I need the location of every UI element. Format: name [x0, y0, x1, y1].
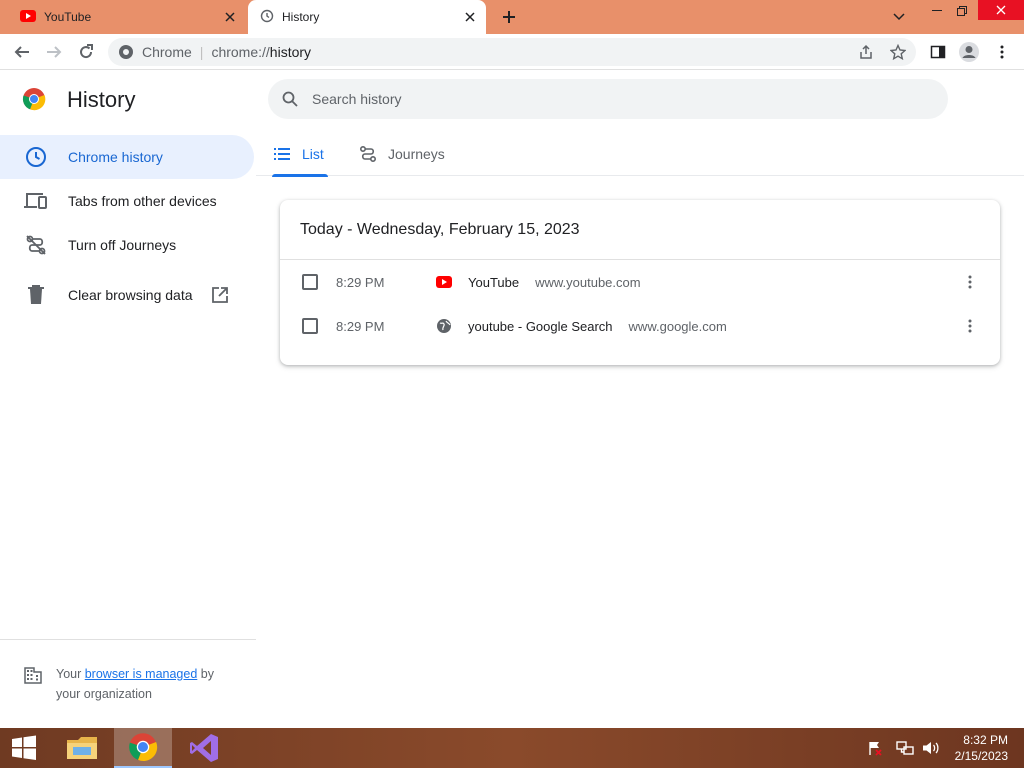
building-icon: [24, 666, 44, 686]
entry-checkbox[interactable]: [302, 274, 318, 290]
open-in-new-icon: [211, 285, 231, 305]
tab-search-chevron-icon[interactable]: [886, 6, 912, 28]
tab-list[interactable]: List: [272, 131, 328, 177]
history-day-card: Today - Wednesday, February 15, 2023 8:2…: [280, 200, 1000, 365]
new-tab-button[interactable]: [498, 6, 520, 28]
windows-start-icon[interactable]: [0, 728, 48, 768]
side-panel-icon[interactable]: [926, 40, 950, 64]
search-bar[interactable]: [268, 79, 948, 119]
history-entry[interactable]: 8:29 PM youtube - Google Search www.goog…: [280, 304, 1000, 348]
share-icon[interactable]: [854, 40, 878, 64]
history-page: History Chrome history Tabs from other d…: [0, 71, 1024, 728]
youtube-icon: [436, 274, 452, 290]
entry-more-icon[interactable]: [960, 272, 980, 292]
search-icon: [280, 89, 300, 109]
sidebar-item-label: Turn off Journeys: [68, 237, 177, 253]
tab-label: YouTube: [44, 10, 92, 24]
entry-title-link[interactable]: YouTube: [468, 275, 519, 290]
journeys-icon: [358, 144, 378, 164]
tab-strip: YouTube History: [0, 0, 1024, 34]
url-scheme: chrome://: [211, 44, 270, 60]
tab-history[interactable]: History: [248, 0, 486, 34]
sidebar: Chrome history Tabs from other devices T…: [0, 135, 256, 317]
history-clock-icon: [260, 9, 274, 26]
globe-icon: [436, 318, 452, 334]
trash-icon: [24, 283, 48, 307]
site-chip: Chrome: [142, 44, 192, 60]
tab-youtube[interactable]: YouTube: [0, 0, 246, 34]
tab-label: History: [282, 10, 320, 24]
entry-checkbox[interactable]: [302, 318, 318, 334]
history-entry[interactable]: 8:29 PM YouTube www.youtube.com: [280, 260, 1000, 304]
tab-journeys[interactable]: Journeys: [358, 131, 445, 176]
sidebar-item-label: Tabs from other devices: [68, 193, 217, 209]
entry-time: 8:29 PM: [336, 274, 385, 290]
list-icon: [272, 144, 292, 164]
back-arrow-icon[interactable]: [10, 40, 34, 64]
page-title: History: [67, 87, 136, 112]
address-bar[interactable]: Chrome | chrome://history: [108, 38, 916, 66]
taskbar: 8:32 PM 2/15/2023: [0, 728, 1024, 768]
sidebar-item-turn-off-journeys[interactable]: Turn off Journeys: [0, 223, 256, 267]
file-explorer-icon[interactable]: [58, 728, 106, 768]
forward-arrow-icon[interactable]: [42, 40, 66, 64]
chrome-logo-icon: [22, 87, 46, 111]
profile-avatar-icon[interactable]: [957, 40, 981, 64]
close-window-button[interactable]: [978, 0, 1024, 20]
bookmark-star-icon[interactable]: [886, 40, 910, 64]
sidebar-item-chrome-history[interactable]: Chrome history: [0, 135, 254, 179]
clock-date: 2/15/2023: [954, 749, 1008, 763]
entry-title-link[interactable]: youtube - Google Search: [468, 319, 613, 334]
sidebar-item-label: Chrome history: [68, 149, 163, 165]
chrome-site-icon: [118, 44, 134, 60]
browser-toolbar: Chrome | chrome://history: [0, 34, 1024, 70]
journeys-off-icon: [24, 233, 48, 257]
youtube-icon: [20, 9, 36, 25]
visual-studio-icon[interactable]: [178, 728, 230, 768]
devices-icon: [24, 189, 48, 213]
clock-time: 8:32 PM: [963, 733, 1008, 747]
entry-more-icon[interactable]: [960, 316, 980, 336]
reload-icon[interactable]: [74, 40, 98, 64]
tab-label: Journeys: [388, 145, 445, 162]
sidebar-item-other-devices[interactable]: Tabs from other devices: [0, 179, 256, 223]
sidebar-item-clear-browsing-data[interactable]: Clear browsing data: [0, 273, 256, 317]
entry-domain: www.google.com: [628, 318, 727, 334]
url-host: history: [269, 44, 312, 60]
volume-icon[interactable]: [920, 728, 942, 768]
browser-managed-link[interactable]: browser is managed: [85, 667, 198, 681]
search-input[interactable]: [312, 91, 912, 107]
network-icon[interactable]: [894, 728, 916, 768]
more-menu-icon[interactable]: [990, 40, 1014, 64]
close-tab-icon[interactable]: [222, 9, 238, 25]
managed-notice: Your browser is managed by your organiza…: [0, 639, 256, 704]
entry-domain: www.youtube.com: [535, 274, 641, 290]
sidebar-item-label: Clear browsing data: [68, 287, 193, 303]
action-center-flag-icon[interactable]: [864, 728, 886, 768]
view-tabs: List Journeys: [256, 131, 1024, 177]
clock-icon: [24, 145, 48, 169]
day-header: Today - Wednesday, February 15, 2023: [280, 200, 1000, 260]
restore-button[interactable]: [948, 0, 976, 22]
system-clock[interactable]: 8:32 PM 2/15/2023: [955, 732, 1008, 764]
tab-label: List: [302, 145, 324, 162]
close-tab-icon[interactable]: [462, 9, 478, 25]
entry-time: 8:29 PM: [336, 318, 385, 334]
chrome-taskbar-icon[interactable]: [114, 728, 172, 768]
